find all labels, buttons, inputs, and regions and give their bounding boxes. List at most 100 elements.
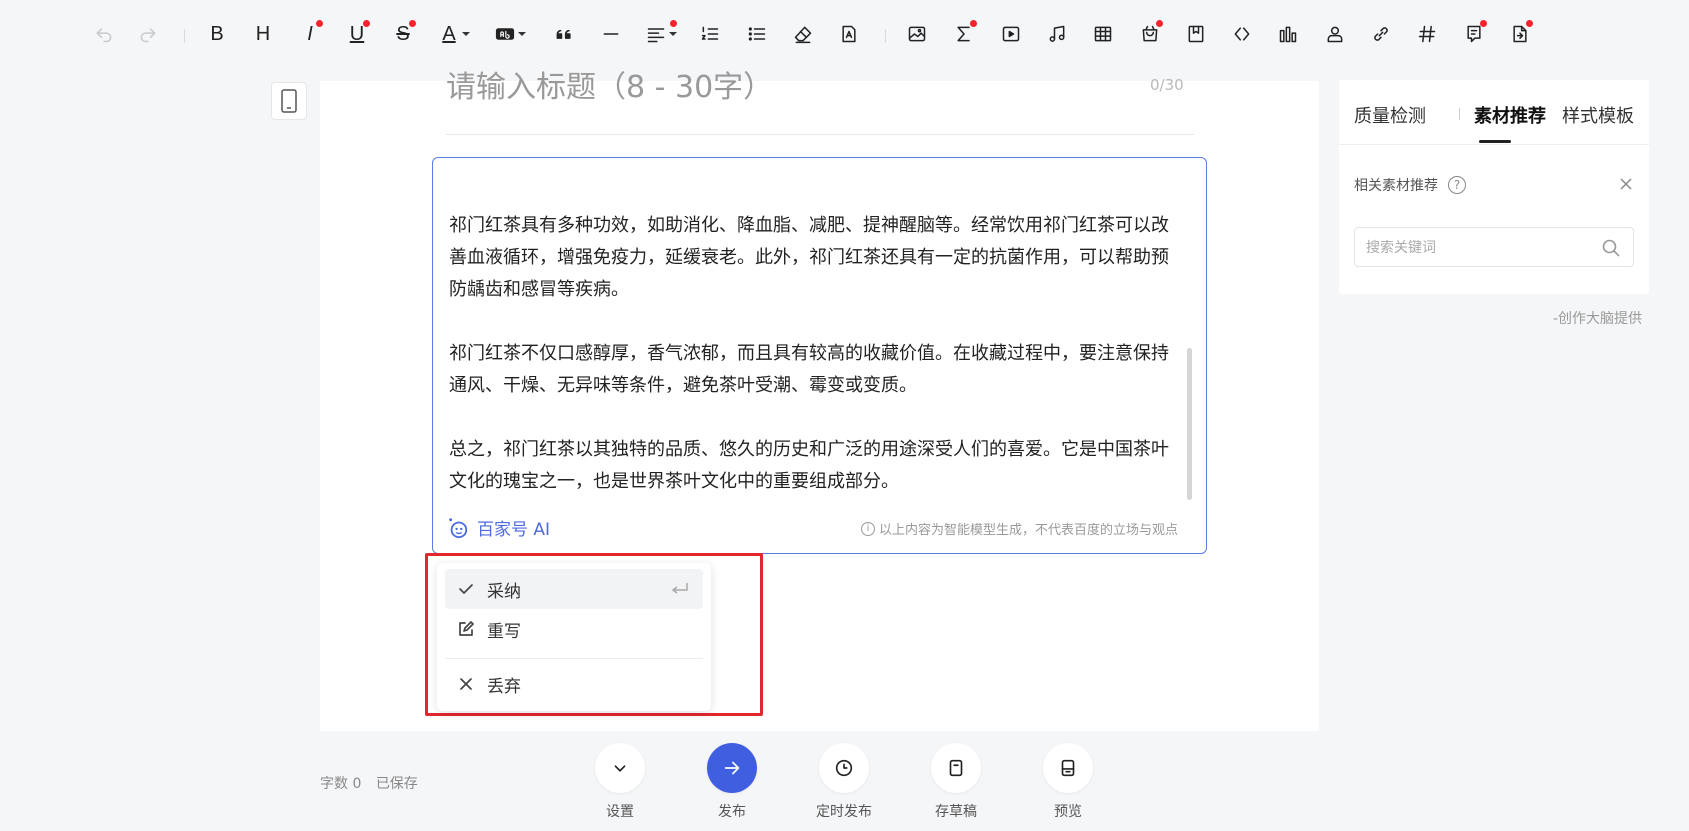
- settings-label: 设置: [606, 804, 634, 820]
- ai-disclaimer: i 以上内容为智能模型生成，不代表百度的立场与观点: [860, 519, 1178, 538]
- provider-credit: -创作大脑提供: [1553, 311, 1643, 327]
- image-icon[interactable]: [904, 21, 930, 47]
- save-draft-button[interactable]: 存草稿: [916, 743, 996, 821]
- vote-icon[interactable]: [1461, 20, 1487, 47]
- font-color-icon[interactable]: A: [436, 21, 470, 47]
- notification-dot: [316, 20, 323, 27]
- toolbar-divider: [885, 29, 886, 43]
- tab-material-recommend[interactable]: 素材推荐: [1474, 102, 1546, 128]
- ordered-list-icon[interactable]: [697, 21, 723, 47]
- caret-down-icon: [669, 32, 677, 36]
- italic-icon[interactable]: I: [297, 20, 323, 47]
- publish-button[interactable]: 发布: [692, 743, 772, 821]
- audio-icon[interactable]: [1044, 21, 1070, 47]
- notification-dot: [1156, 20, 1163, 27]
- underline-icon[interactable]: U: [344, 20, 370, 47]
- accept-option[interactable]: 采纳: [445, 569, 703, 609]
- ai-paragraph: 总之，祁门红茶以其独特的品质、悠久的历史和广泛的用途深受人们的喜爱。它是中国茶叶…: [449, 439, 1169, 492]
- ai-paragraph: 祁门红茶不仅口感醇厚，香气浓郁，而且具有较高的收藏价值。在收藏过程中，要注意保持…: [449, 343, 1169, 396]
- material-search-box: [1354, 227, 1634, 267]
- undo-icon[interactable]: [91, 21, 117, 47]
- title-char-counter: 0/30: [1150, 76, 1184, 94]
- arrow-right-icon: [707, 743, 757, 793]
- ai-paragraph: 祁门红茶具有多种功效，如助消化、降血脂、减肥、提神醒脑等。经常饮用祁门红茶可以改…: [449, 215, 1169, 300]
- toolbar-divider: [184, 29, 185, 43]
- ai-brand-label: 百家号 AI: [477, 520, 551, 540]
- table-icon[interactable]: [1090, 21, 1116, 47]
- align-icon[interactable]: [643, 20, 677, 47]
- ai-block-scrollbar[interactable]: [1187, 348, 1192, 500]
- preview-label: 预览: [1054, 804, 1082, 820]
- link-icon[interactable]: [1368, 21, 1394, 47]
- schedule-label: 定时发布: [816, 804, 872, 820]
- tab-style-template[interactable]: 样式模板: [1562, 102, 1634, 128]
- preview-icon: [1043, 743, 1093, 793]
- notification-dot: [1480, 20, 1487, 27]
- highlight-icon[interactable]: [492, 21, 526, 47]
- bookmark-icon[interactable]: [1183, 21, 1209, 47]
- rewrite-option[interactable]: 重写: [445, 609, 703, 649]
- tab-quality-check[interactable]: 质量检测: [1354, 102, 1426, 128]
- preview-button[interactable]: 预览: [1028, 743, 1108, 821]
- schedule-publish-button[interactable]: 定时发布: [804, 743, 884, 821]
- quote-icon[interactable]: [551, 21, 577, 47]
- right-side-panel: 质量检测 素材推荐 样式模板 相关素材推荐 ?: [1339, 80, 1649, 294]
- related-material-label: 相关素材推荐 ?: [1354, 175, 1466, 195]
- ai-action-menu: 采纳 重写 丢弃: [437, 563, 711, 711]
- divider-icon[interactable]: [598, 21, 624, 47]
- close-icon[interactable]: [1619, 176, 1633, 190]
- panel-tabs: 质量检测 素材推荐 样式模板: [1339, 102, 1649, 143]
- strikethrough-icon[interactable]: S: [390, 20, 416, 47]
- help-icon[interactable]: ?: [1448, 176, 1466, 194]
- title-input[interactable]: 请输入标题（8 - 30字）: [446, 62, 1196, 134]
- panel-header-divider: [1339, 144, 1649, 145]
- notification-dot: [409, 20, 416, 27]
- settings-button[interactable]: 设置: [580, 743, 660, 821]
- caret-down-icon: [518, 32, 526, 36]
- heading-icon[interactable]: H: [250, 21, 276, 47]
- eraser-icon[interactable]: [790, 21, 816, 47]
- ai-disclaimer-text: 以上内容为智能模型生成，不代表百度的立场与观点: [878, 523, 1178, 538]
- enter-key-icon: [671, 581, 689, 601]
- export-icon[interactable]: [1507, 20, 1533, 47]
- check-icon: [457, 580, 475, 598]
- close-icon: [457, 675, 475, 693]
- product-icon[interactable]: [1137, 20, 1163, 47]
- code-icon[interactable]: [1229, 21, 1255, 47]
- formula-icon[interactable]: [951, 20, 977, 47]
- baijiahao-ai-brand: 百家号 AI: [447, 515, 550, 540]
- ai-generated-block[interactable]: 祁门红茶具有多种功效，如助消化、降血脂、减肥、提神醒脑等。经常饮用祁门红茶可以改…: [432, 157, 1207, 554]
- bottom-action-bar: 字数 0 已保存 设置 发布 定时发布 存草稿 预览: [0, 731, 1689, 831]
- notification-dot: [670, 20, 677, 27]
- discard-option[interactable]: 丢弃: [445, 664, 703, 704]
- bold-icon[interactable]: B: [204, 21, 230, 47]
- edit-icon: [457, 620, 475, 638]
- notification-dot: [363, 20, 370, 27]
- format-painter-icon[interactable]: [836, 21, 862, 47]
- draft-icon: [931, 743, 981, 793]
- title-divider: [446, 134, 1194, 135]
- publish-label: 发布: [718, 804, 746, 820]
- search-icon[interactable]: [1601, 238, 1621, 258]
- phone-icon: [281, 89, 297, 113]
- save-status: 已保存: [375, 776, 418, 792]
- redo-icon[interactable]: [135, 21, 161, 47]
- word-count-status: 字数 0 已保存: [320, 773, 428, 793]
- tab-separator: [1459, 108, 1460, 120]
- unordered-list-icon[interactable]: [744, 21, 770, 47]
- user-icon[interactable]: [1322, 21, 1348, 47]
- ai-block-footer: 百家号 AI i 以上内容为智能模型生成，不代表百度的立场与观点: [447, 515, 1178, 541]
- chart-icon[interactable]: [1275, 21, 1301, 47]
- draft-label: 存草稿: [935, 804, 977, 820]
- word-count: 字数 0: [320, 776, 362, 792]
- notification-dot: [970, 20, 977, 27]
- chevron-down-icon: [595, 743, 645, 793]
- caret-down-icon: [462, 32, 470, 36]
- hashtag-icon[interactable]: [1414, 21, 1440, 47]
- accept-label: 采纳: [487, 581, 521, 602]
- video-icon[interactable]: [998, 21, 1024, 47]
- info-icon: i: [860, 521, 875, 536]
- search-input[interactable]: [1366, 236, 1586, 260]
- mobile-preview-button[interactable]: [271, 82, 307, 120]
- active-tab-indicator: [1479, 140, 1511, 143]
